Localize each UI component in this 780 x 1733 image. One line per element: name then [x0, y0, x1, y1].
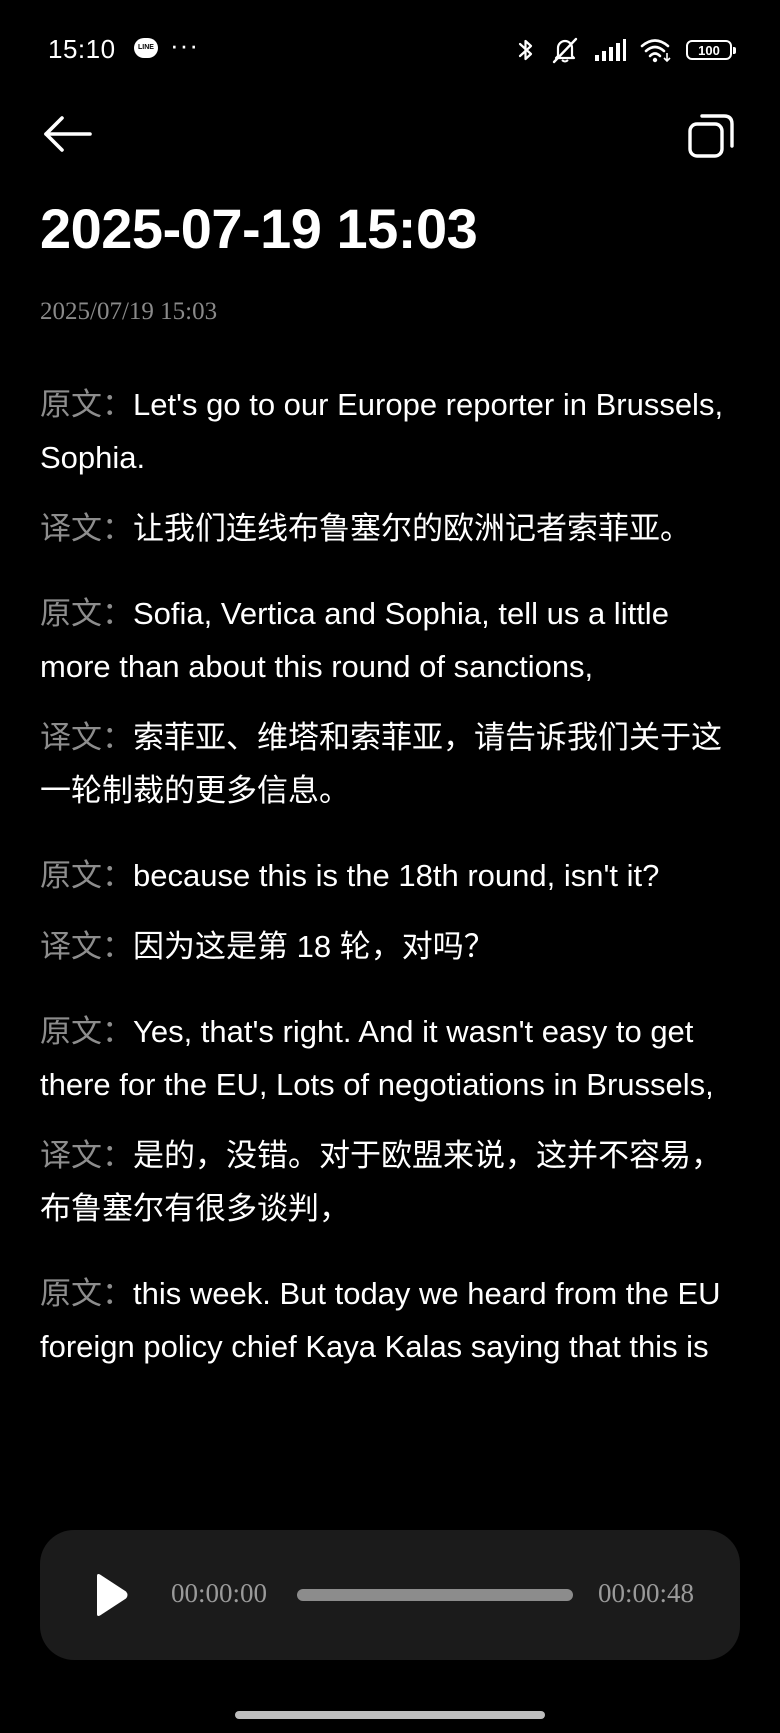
current-time: 00:00:00 — [171, 1578, 268, 1608]
wifi-icon — [640, 39, 671, 63]
signal-icon — [595, 39, 626, 61]
transcript-entry: 原文：because this is the 18th round, isn't… — [40, 849, 730, 973]
copy-button[interactable] — [686, 110, 738, 162]
copy-icon — [688, 114, 734, 158]
translation-label: 译文： — [40, 511, 133, 546]
bluetooth-icon — [518, 39, 533, 61]
translation-text: 让我们连线布鲁塞尔的欧洲记者索菲亚。 — [133, 511, 691, 546]
play-icon — [97, 1574, 128, 1616]
arrow-left-icon — [44, 116, 92, 152]
original-line: 原文：this week. But today we heard from th… — [40, 1267, 730, 1373]
original-text: Let's go to our Europe reporter in Bruss… — [40, 387, 724, 475]
original-text: because this is the 18th round, isn't it… — [133, 858, 660, 893]
total-time: 00:00:48 — [598, 1578, 695, 1608]
original-line: 原文：because this is the 18th round, isn't… — [40, 849, 730, 902]
translation-text: 是的，没错。对于欧盟来说，这并不容易，布鲁塞尔有很多谈判， — [40, 1138, 722, 1226]
original-text: Yes, that's right. And it wasn't easy to… — [40, 1014, 714, 1102]
play-button[interactable] — [86, 1570, 136, 1620]
original-text: this week. But today we heard from the E… — [40, 1276, 721, 1364]
transcript: 原文：Let's go to our Europe reporter in Br… — [40, 378, 730, 1405]
transcript-entry: 原文：Sofia, Vertica and Sophia, tell us a … — [40, 587, 730, 817]
back-button[interactable] — [40, 110, 96, 166]
original-label: 原文： — [40, 596, 133, 631]
original-label: 原文： — [40, 387, 133, 422]
progress-slider[interactable] — [297, 1589, 573, 1601]
original-label: 原文： — [40, 1276, 133, 1311]
original-line: 原文：Let's go to our Europe reporter in Br… — [40, 378, 730, 484]
original-text: Sofia, Vertica and Sophia, tell us a lit… — [40, 596, 669, 684]
audio-player: 00:00:00 00:00:48 — [40, 1530, 740, 1660]
battery-level: 100 — [698, 42, 720, 58]
battery-icon: 100 — [686, 40, 736, 60]
original-line: 原文：Yes, that's right. And it wasn't easy… — [40, 1005, 730, 1111]
translation-text: 因为这是第 18 轮，对吗？ — [133, 929, 495, 964]
original-label: 原文： — [40, 858, 133, 893]
status-bar: 15:10 LINE ··· 100 — [0, 0, 780, 100]
more-notifications-icon: ··· — [170, 30, 199, 60]
mute-icon — [552, 37, 578, 64]
translation-text: 索菲亚、维塔和索菲亚，请告诉我们关于这一轮制裁的更多信息。 — [40, 720, 722, 808]
page-subtitle: 2025/07/19 15:03 — [40, 298, 218, 325]
translation-line: 译文：让我们连线布鲁塞尔的欧洲记者索菲亚。 — [40, 502, 730, 555]
translation-line: 译文：索菲亚、维塔和索菲亚，请告诉我们关于这一轮制裁的更多信息。 — [40, 711, 730, 817]
original-line: 原文：Sofia, Vertica and Sophia, tell us a … — [40, 587, 730, 693]
translation-line: 译文：是的，没错。对于欧盟来说，这并不容易，布鲁塞尔有很多谈判， — [40, 1129, 730, 1235]
translation-label: 译文： — [40, 929, 133, 964]
page-title: 2025-07-19 15:03 — [40, 197, 478, 260]
translation-label: 译文： — [40, 1138, 133, 1173]
translation-line: 译文：因为这是第 18 轮，对吗？ — [40, 920, 730, 973]
original-label: 原文： — [40, 1014, 133, 1049]
status-time: 15:10 — [48, 34, 116, 64]
transcript-entry: 原文：Let's go to our Europe reporter in Br… — [40, 378, 730, 555]
translation-label: 译文： — [40, 720, 133, 755]
line-notification-icon: LINE — [134, 38, 158, 58]
status-icons: 100 — [516, 36, 736, 64]
transcript-entry: 原文：this week. But today we heard from th… — [40, 1267, 730, 1373]
transcript-entry: 原文：Yes, that's right. And it wasn't easy… — [40, 1005, 730, 1235]
home-indicator[interactable] — [235, 1711, 545, 1719]
